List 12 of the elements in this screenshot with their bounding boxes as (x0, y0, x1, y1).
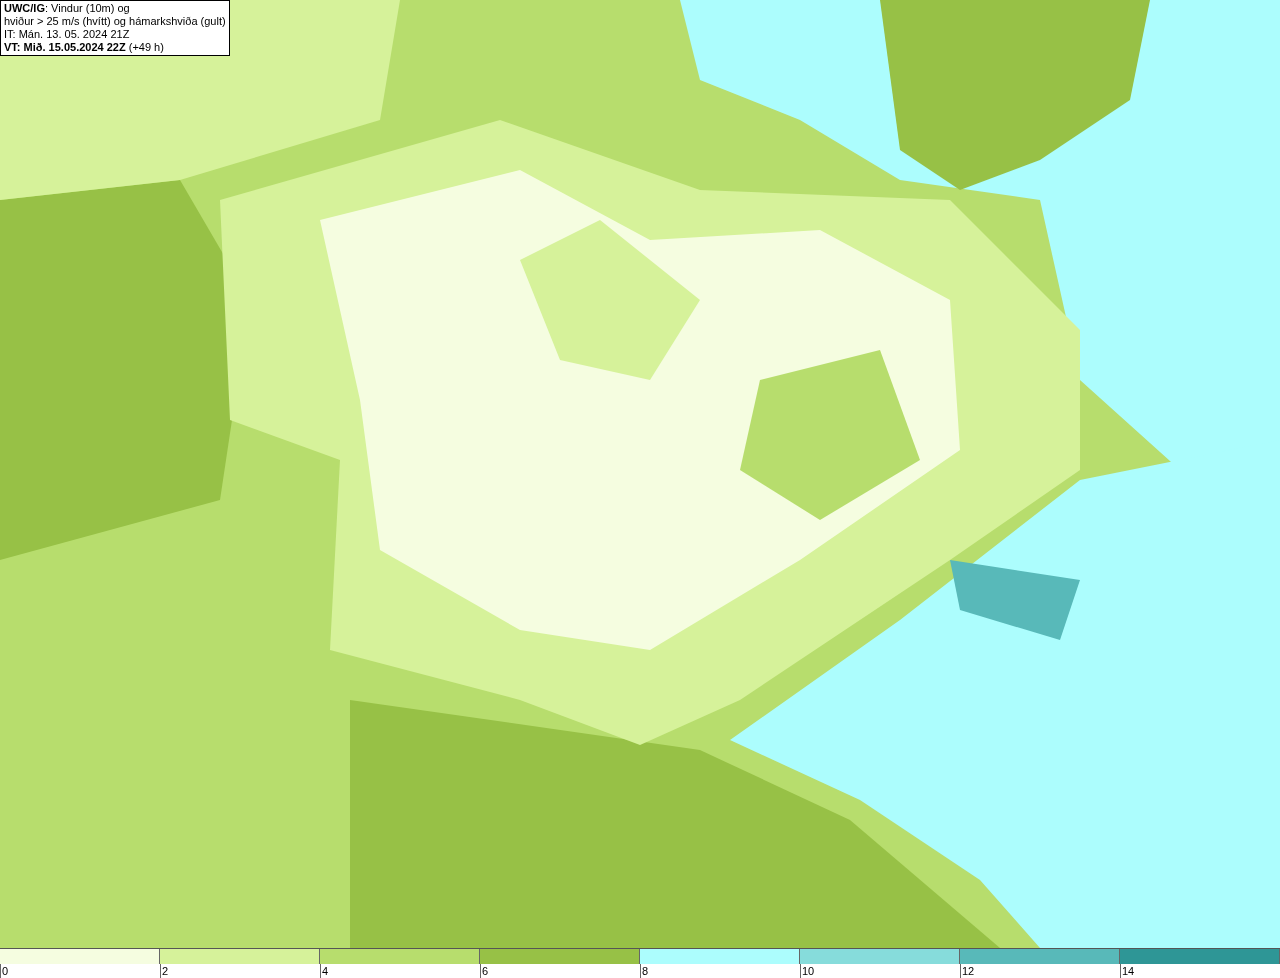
title-line: IT: Mán. 13. 05. 2024 21Z (4, 28, 131, 41)
legend-tick-label: 6 (482, 965, 489, 977)
legend-tick-label: 0 (2, 965, 9, 977)
legend-tick-label: 8 (642, 965, 649, 977)
title-line: UWC/IG: Vindur (10m) og (4, 2, 131, 15)
legend-tick-label: 12 (962, 965, 975, 977)
legend-tick-label: 14 (1122, 965, 1135, 977)
title-line: hviður > 25 m/s (hvítt) og hámarkshviða (gult) (4, 15, 226, 28)
legend-tick-label: 10 (802, 965, 815, 977)
title-line: VT: Mið. 15.05.2024 22Z (+49 h) (4, 41, 165, 54)
legend-tick-label: 2 (162, 965, 169, 977)
legend-tick-label: 4 (322, 965, 329, 977)
